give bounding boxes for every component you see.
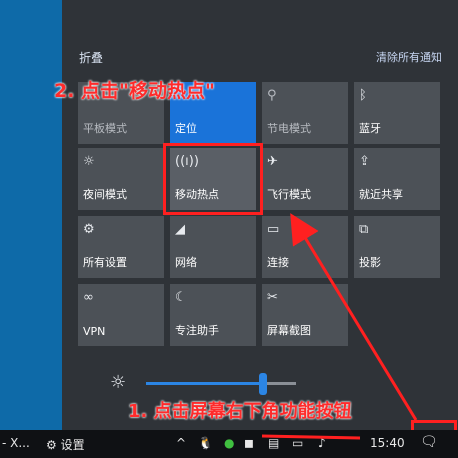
taskbar-settings-label: 设置 bbox=[60, 438, 85, 452]
qq-penguin-icon[interactable]: 🐧 bbox=[198, 436, 213, 450]
tile-label: 定位 bbox=[175, 122, 197, 135]
collapse-link[interactable]: 折叠 bbox=[79, 49, 103, 66]
show-hidden-icons-chevron[interactable]: ^ bbox=[176, 436, 186, 450]
tile-label: VPN bbox=[83, 325, 106, 338]
tile-label: 投影 bbox=[359, 256, 381, 269]
tile-project[interactable]: ⧉ 投影 bbox=[354, 216, 440, 278]
connect-icon: ▭ bbox=[267, 222, 280, 237]
action-center-button-icon[interactable]: 🗨 bbox=[420, 434, 438, 450]
vpn-icon: ∞ bbox=[83, 290, 94, 305]
tray-app-icon-2[interactable]: ◼ bbox=[244, 436, 254, 450]
tile-label: 网络 bbox=[175, 256, 197, 269]
tile-nearby-sharing[interactable]: ⇪ 就近共享 bbox=[354, 148, 440, 210]
screen-snip-icon: ✂ bbox=[267, 290, 278, 305]
brightness-slider-thumb[interactable] bbox=[259, 373, 267, 395]
tray-display-icon[interactable]: ▭ bbox=[292, 436, 303, 450]
brightness-slider-fill bbox=[146, 382, 263, 385]
tile-label: 就近共享 bbox=[359, 188, 403, 201]
bluetooth-icon: ᛒ bbox=[359, 88, 367, 103]
airplane-icon: ✈ bbox=[267, 154, 278, 169]
tile-network[interactable]: ◢ 网络 bbox=[170, 216, 256, 278]
network-icon: ◢ bbox=[175, 222, 185, 237]
taskbar-window-title[interactable]: - X... bbox=[2, 436, 30, 450]
nearby-sharing-icon: ⇪ bbox=[359, 154, 370, 169]
project-icon: ⧉ bbox=[359, 222, 369, 237]
clock[interactable]: 15:40 bbox=[370, 436, 405, 450]
tile-screen-snip[interactable]: ✂ 屏幕截图 bbox=[262, 284, 348, 346]
tile-label: 蓝牙 bbox=[359, 122, 381, 135]
action-center-header: 折叠 清除所有通知 bbox=[79, 49, 442, 67]
tile-label: 节电模式 bbox=[267, 122, 311, 135]
tile-battery-saver[interactable]: ⚲ 节电模式 bbox=[262, 82, 348, 144]
gear-icon: ⚙ bbox=[46, 438, 57, 452]
tray-volume-icon[interactable]: ♪ bbox=[318, 436, 326, 450]
tile-all-settings[interactable]: ⚙ 所有设置 bbox=[78, 216, 164, 278]
tray-network-icon[interactable]: ▤ bbox=[268, 436, 279, 450]
tile-label: 所有设置 bbox=[83, 256, 127, 269]
tile-connect[interactable]: ▭ 连接 bbox=[262, 216, 348, 278]
tile-label: 平板模式 bbox=[83, 122, 127, 135]
annotation-step-1: 1. 点击屏幕右下角功能按钮 bbox=[128, 401, 352, 422]
tile-night-light[interactable]: ☼ 夜间模式 bbox=[78, 148, 164, 210]
brightness-slider-track[interactable] bbox=[146, 373, 296, 395]
tile-focus-assist[interactable]: ☾ 专注助手 bbox=[170, 284, 256, 346]
taskbar: - X... ⚙ 设置 ^ 🐧 ● ◼ ▤ ▭ ♪ 15:40 🗨 bbox=[0, 430, 458, 458]
action-center-panel: 折叠 清除所有通知 平板模式 定位 ⚲ 节电模式 ᛒ 蓝牙 ☼ 夜间模式 ((ı… bbox=[62, 0, 458, 430]
tile-label: 飞行模式 bbox=[267, 188, 311, 201]
taskbar-settings-app[interactable]: ⚙ 设置 bbox=[46, 436, 85, 453]
focus-assist-icon: ☾ bbox=[175, 290, 187, 305]
tile-vpn[interactable]: ∞ VPN bbox=[78, 284, 164, 346]
desktop-background bbox=[0, 0, 62, 430]
tile-label: 专注助手 bbox=[175, 324, 219, 337]
tile-label: 连接 bbox=[267, 256, 289, 269]
tile-label: 屏幕截图 bbox=[267, 324, 311, 337]
clear-all-notifications-link[interactable]: 清除所有通知 bbox=[376, 49, 442, 65]
tile-airplane-mode[interactable]: ✈ 飞行模式 bbox=[262, 148, 348, 210]
tile-bluetooth[interactable]: ᛒ 蓝牙 bbox=[354, 82, 440, 144]
settings-icon: ⚙ bbox=[83, 222, 95, 237]
brightness-icon: ☼ bbox=[110, 372, 127, 393]
brightness-control: ☼ bbox=[110, 372, 310, 396]
battery-saver-icon: ⚲ bbox=[267, 88, 277, 103]
night-light-icon: ☼ bbox=[83, 154, 95, 169]
tray-app-icon[interactable]: ● bbox=[224, 436, 234, 450]
annotation-step-2: 2. 点击"移动热点" bbox=[54, 80, 215, 102]
tile-label: 夜间模式 bbox=[83, 188, 127, 201]
hotspot-highlight-box bbox=[163, 143, 263, 215]
